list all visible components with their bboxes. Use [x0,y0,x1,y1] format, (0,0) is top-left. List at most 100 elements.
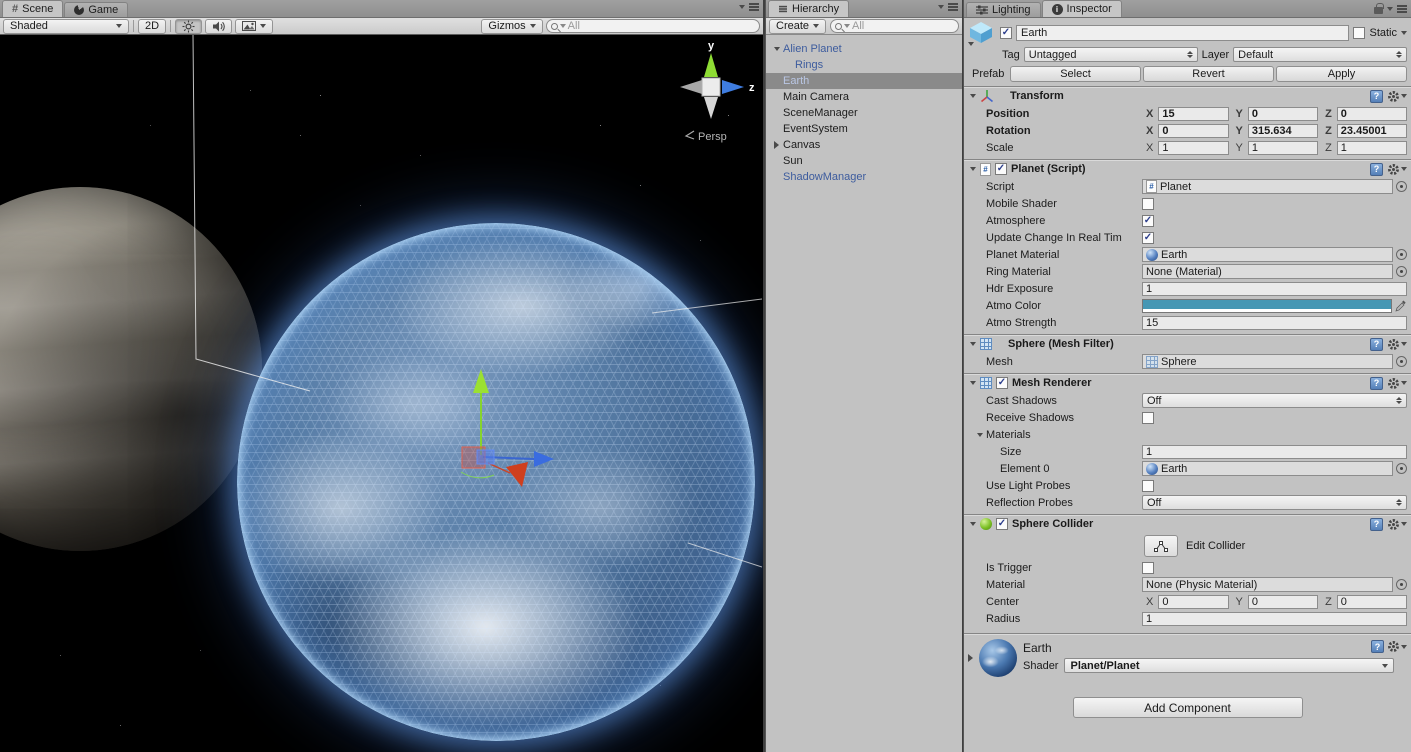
atmo-strength-field[interactable]: 15 [1142,316,1407,330]
layer-dropdown[interactable]: Default [1233,47,1407,62]
static-checkbox[interactable] [1353,27,1365,39]
materials-foldout-row[interactable]: Materials [964,426,1411,443]
cast-shadows-dropdown[interactable]: Off [1142,393,1407,408]
tab-inspector[interactable]: Inspector [1042,0,1122,17]
gizmos-dropdown[interactable]: Gizmos [481,19,542,34]
center-y-field[interactable]: 0 [1248,595,1318,609]
eyedropper-icon[interactable] [1395,300,1407,312]
object-picker-icon[interactable] [1396,266,1407,277]
axis-cone[interactable] [704,97,718,119]
axis-cone[interactable] [680,80,702,94]
scene-lighting-toggle[interactable] [175,19,202,34]
object-picker-icon[interactable] [1396,579,1407,590]
help-icon[interactable] [1370,90,1383,103]
rotation-y-field[interactable]: 315.634 [1248,124,1318,138]
component-enabled-checkbox[interactable]: ✓ [995,163,1007,175]
hierarchy-item-earth[interactable]: Earth [766,73,962,89]
active-checkbox[interactable]: ✓ [1000,27,1012,39]
hierarchy-item-sun[interactable]: Sun [766,153,962,169]
earth-planet[interactable] [237,223,755,741]
hierarchy-item-shadowmanager[interactable]: ShadowManager [766,169,962,185]
earth-material-thumbnail[interactable] [979,639,1017,677]
object-picker-icon[interactable] [1396,356,1407,367]
rotation-z-field[interactable]: 23.45001 [1337,124,1407,138]
panel-menu-icon[interactable] [948,3,958,11]
gameobject-cube-icon[interactable] [968,20,996,46]
radius-field[interactable]: 1 [1142,612,1407,626]
panel-dropdown-icon[interactable] [739,5,745,9]
search-filter-icon[interactable] [560,24,566,28]
panel-menu-icon[interactable] [749,3,759,11]
tab-game[interactable]: Game [64,2,128,17]
scene-viewport[interactable]: y z Persp [0,35,763,752]
scale-x-field[interactable]: 1 [1158,141,1228,155]
component-enabled-checkbox[interactable]: ✓ [996,518,1008,530]
name-field[interactable]: Earth [1016,25,1349,41]
help-icon[interactable] [1370,518,1383,531]
light-probes-checkbox[interactable] [1142,480,1154,492]
hierarchy-item-scenemanager[interactable]: SceneManager [766,105,962,121]
shader-dropdown[interactable]: Planet/Planet [1064,658,1394,673]
gear-icon[interactable] [1387,338,1407,351]
materials-size-field[interactable]: 1 [1142,445,1407,459]
hierarchy-search-input[interactable]: All [830,19,959,33]
mesh-object-field[interactable]: Sphere [1142,354,1393,369]
hierarchy-item-main-camera[interactable]: Main Camera [766,89,962,105]
create-button[interactable]: Create [769,19,826,34]
add-component-button[interactable]: Add Component [1073,697,1303,718]
component-enabled-checkbox[interactable]: ✓ [996,377,1008,389]
rotation-x-field[interactable]: 0 [1158,124,1228,138]
receive-shadows-checkbox[interactable] [1142,412,1154,424]
scale-z-field[interactable]: 1 [1337,141,1407,155]
gear-icon[interactable] [1387,640,1407,653]
position-x-field[interactable]: 15 [1158,107,1228,121]
gear-icon[interactable] [1387,90,1407,103]
2d-toggle-button[interactable]: 2D [138,19,166,34]
tab-scene[interactable]: # Scene [2,0,63,17]
axis-cube[interactable] [702,78,720,96]
icon-dropdown[interactable] [968,42,974,46]
help-icon[interactable] [1370,377,1383,390]
panel-menu-icon[interactable] [1397,5,1407,13]
tab-hierarchy[interactable]: Hierarchy [768,0,849,17]
search-filter-icon[interactable] [844,24,850,28]
script-object-field[interactable]: Planet [1142,179,1393,194]
scene-audio-toggle[interactable] [205,19,232,34]
center-z-field[interactable]: 0 [1337,595,1407,609]
object-picker-icon[interactable] [1396,463,1407,474]
persp-label[interactable]: Persp [698,131,727,143]
hierarchy-item-eventsystem[interactable]: EventSystem [766,121,962,137]
persp-arrow-icon[interactable] [686,131,694,139]
hdr-exposure-field[interactable]: 1 [1142,282,1407,296]
gear-icon[interactable] [1387,163,1407,176]
edit-collider-button[interactable] [1144,535,1178,557]
prefab-apply-button[interactable]: Apply [1276,66,1407,82]
hierarchy-item-alien-planet[interactable]: Alien Planet [766,41,962,57]
hierarchy-item-canvas[interactable]: Canvas [766,137,962,153]
position-y-field[interactable]: 0 [1248,107,1318,121]
center-x-field[interactable]: 0 [1158,595,1228,609]
scene-search-input[interactable]: All [546,19,760,33]
ring-material-field[interactable]: None (Material) [1142,264,1393,279]
is-trigger-checkbox[interactable] [1142,562,1154,574]
physic-material-field[interactable]: None (Physic Material) [1142,577,1393,592]
foldout-expanded-icon[interactable] [970,522,976,526]
scale-y-field[interactable]: 1 [1248,141,1318,155]
foldout-expanded-icon[interactable] [970,94,976,98]
gear-icon[interactable] [1387,518,1407,531]
prefab-select-button[interactable]: Select [1010,66,1141,82]
foldout-expanded-icon[interactable] [970,381,976,385]
scene-effects-toggle[interactable] [235,19,273,34]
reflection-probes-dropdown[interactable]: Off [1142,495,1407,510]
hierarchy-item-rings[interactable]: Rings [766,57,962,73]
help-icon[interactable] [1370,338,1383,351]
foldout-expanded-icon[interactable] [977,433,983,437]
atmo-color-swatch[interactable] [1142,299,1392,313]
object-picker-icon[interactable] [1396,249,1407,260]
chevron-down-icon[interactable] [260,24,266,28]
foldout-expanded-icon[interactable] [970,167,976,171]
mobile-shader-checkbox[interactable] [1142,198,1154,210]
position-z-field[interactable]: 0 [1337,107,1407,121]
update-realtime-checkbox[interactable]: ✓ [1142,232,1154,244]
axis-y-cone[interactable] [704,53,718,77]
